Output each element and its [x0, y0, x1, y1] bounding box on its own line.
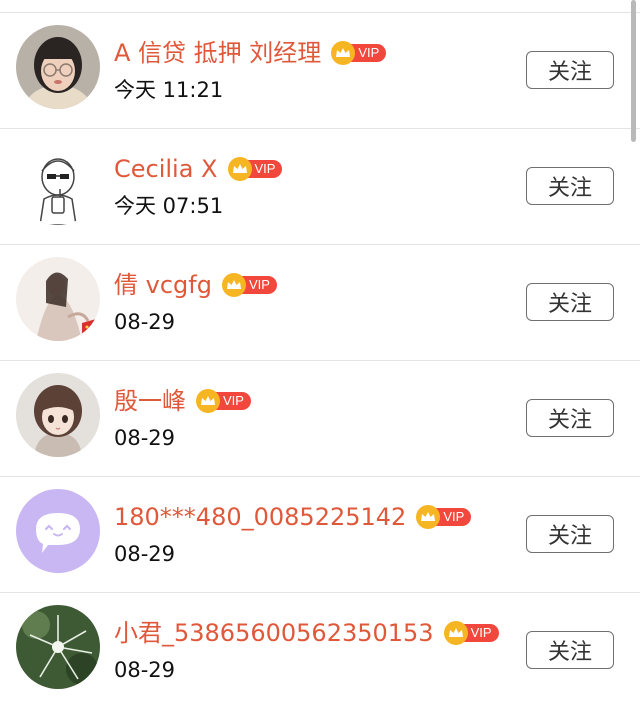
name-line: A 信贷 抵押 刘经理 VIP — [114, 33, 387, 73]
list-item[interactable]: Cecilia X VIP 今天 07:51 关注 — [0, 128, 640, 244]
user-name[interactable]: 小君_53865600562350153 — [114, 617, 434, 649]
vip-badge: VIP — [416, 504, 472, 530]
crown-icon — [227, 157, 252, 181]
crown-icon — [221, 273, 246, 297]
list-item[interactable]: 殷一峰 VIP 08-29 关注 — [0, 360, 640, 476]
name-line: 倩 vcgfg VIP — [114, 265, 277, 305]
follow-button[interactable]: 关注 — [526, 515, 614, 553]
follow-button[interactable]: 关注 — [526, 399, 614, 437]
follow-button[interactable]: 关注 — [526, 167, 614, 205]
costume-woman-avatar[interactable] — [16, 257, 100, 341]
vip-badge: VIP — [227, 156, 283, 182]
post-time: 08-29 — [114, 658, 176, 682]
list-item[interactable]: 倩 vcgfg VIP 08-29 关注 — [0, 244, 640, 360]
post-time: 08-29 — [114, 310, 176, 334]
user-name[interactable]: A 信贷 抵押 刘经理 — [114, 37, 321, 69]
scrollbar[interactable] — [631, 0, 636, 142]
name-line: Cecilia X VIP — [114, 149, 283, 189]
plant-photo-avatar[interactable] — [16, 605, 100, 689]
vip-badge: VIP — [196, 388, 251, 414]
list-item[interactable]: A 信贷 抵押 刘经理 VIP 今天 11:21 关注 — [0, 12, 640, 128]
woman-glasses-avatar[interactable] — [16, 25, 100, 109]
user-name[interactable]: 倩 vcgfg — [114, 269, 212, 301]
vip-badge: VIP — [221, 272, 277, 298]
name-line: 小君_53865600562350153 VIP — [114, 613, 499, 653]
chat-bubble-avatar[interactable] — [16, 489, 100, 573]
vip-badge: VIP — [443, 620, 499, 646]
crown-icon — [443, 621, 468, 645]
anime-girl-avatar[interactable] — [16, 373, 100, 457]
list-item[interactable]: 小君_53865600562350153 VIP 08-29 关注 — [0, 592, 640, 708]
name-line: 180***480_0085225142 VIP — [114, 497, 472, 537]
follower-list: A 信贷 抵押 刘经理 VIP 今天 11:21 关注 Cecilia X VI… — [0, 0, 640, 728]
follow-button[interactable]: 关注 — [526, 51, 614, 89]
list-item[interactable]: 180***480_0085225142 VIP 08-29 关注 — [0, 476, 640, 592]
vip-badge: VIP — [331, 40, 387, 66]
follow-button[interactable]: 关注 — [526, 631, 614, 669]
crown-icon — [196, 389, 220, 413]
user-name[interactable]: 180***480_0085225142 — [114, 501, 406, 533]
name-line: 殷一峰 VIP — [114, 381, 251, 421]
follow-button[interactable]: 关注 — [526, 283, 614, 321]
post-time: 08-29 — [114, 426, 176, 450]
user-name[interactable]: Cecilia X — [114, 153, 218, 185]
sketch-girl-avatar[interactable] — [16, 141, 100, 225]
post-time: 今天 07:51 — [114, 194, 224, 218]
user-name[interactable]: 殷一峰 — [114, 385, 186, 417]
post-time: 08-29 — [114, 542, 176, 566]
post-time: 今天 11:21 — [114, 78, 224, 102]
